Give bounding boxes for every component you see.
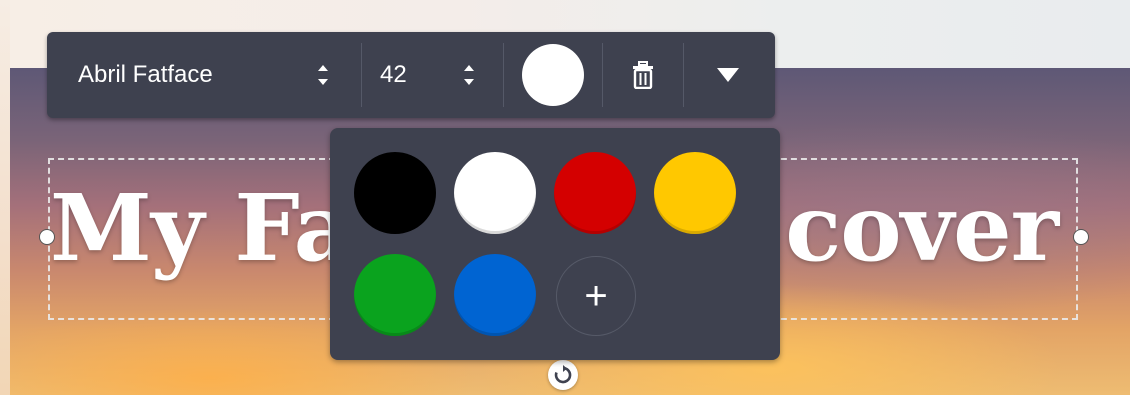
font-family-select[interactable]: Abril Fatface — [47, 32, 361, 118]
resize-handle-left[interactable] — [39, 229, 55, 245]
color-swatch-yellow[interactable] — [654, 152, 736, 234]
color-swatch-blue[interactable] — [454, 254, 536, 336]
color-picker-popup: + — [330, 128, 780, 360]
delete-button[interactable] — [603, 32, 683, 118]
add-color-button[interactable]: + — [556, 256, 636, 336]
rotate-handle[interactable] — [548, 360, 578, 390]
current-color-swatch — [522, 44, 584, 106]
caret-down-icon — [717, 68, 739, 82]
font-size-select[interactable]: 42 — [362, 32, 503, 118]
stepper-icon — [318, 65, 328, 85]
font-size-value: 42 — [380, 61, 407, 88]
color-swatch-red[interactable] — [554, 152, 636, 234]
text-toolbar: Abril Fatface 42 — [47, 32, 775, 118]
color-swatch-green[interactable] — [354, 254, 436, 336]
color-swatch-black[interactable] — [354, 152, 436, 234]
plus-icon: + — [584, 273, 608, 318]
font-family-value: Abril Fatface — [78, 61, 213, 88]
more-options-button[interactable] — [684, 32, 772, 118]
resize-handle-right[interactable] — [1073, 229, 1089, 245]
stepper-icon — [464, 65, 474, 85]
rotate-icon — [554, 365, 572, 384]
trash-icon — [633, 61, 653, 89]
text-color-button[interactable] — [504, 32, 602, 118]
color-swatch-white[interactable] — [454, 152, 536, 234]
background-left — [0, 0, 10, 395]
